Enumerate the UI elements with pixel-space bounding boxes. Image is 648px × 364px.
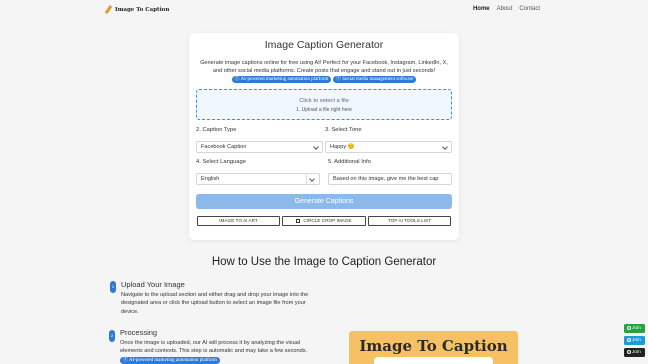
step-2-title: Processing [120, 328, 158, 337]
upload-main-text: Click to select a file [299, 98, 349, 104]
top-ai-tools-list-button[interactable]: TOP AI TOOLS LIST [368, 216, 451, 226]
language-select[interactable]: English [196, 173, 320, 185]
preview-upload-box [374, 357, 493, 364]
facebook-icon [627, 349, 631, 354]
step-2-text-body: Once the image is uploaded, our AI will … [120, 340, 308, 355]
ad-pill-social-label: Social media management software [342, 77, 414, 83]
upload-sub-text: 1. Upload a file right here [296, 107, 352, 113]
step-2-badge: 2 [109, 330, 115, 342]
generator-card: Image Caption Generator Generate image c… [189, 33, 459, 240]
whatsapp-join-button[interactable]: Join [624, 324, 645, 333]
description-text: Generate image captions online for free … [200, 60, 448, 75]
additional-info-label: 5. Additional Info [328, 159, 371, 165]
chevron-down-icon [313, 144, 319, 150]
caption-type-label: 2. Caption Type [196, 127, 237, 133]
telegram-join-label: Join [632, 338, 641, 343]
circle-crop-image-button[interactable]: CIRCLE CROP IMAGE [282, 216, 366, 226]
ad-pill-social[interactable]: Ⓣ Social media management software [332, 76, 417, 84]
ad-pill-marketing-2-label: AI-powered marketing automation platform [128, 357, 217, 363]
chevron-down-icon [442, 144, 448, 150]
nav-contact-link[interactable]: Contact [519, 6, 540, 12]
whatsapp-icon [627, 325, 631, 330]
upload-dropzone[interactable]: Click to select a file 1. Upload a file … [196, 89, 452, 120]
chevron-down-icon [309, 176, 315, 182]
caption-type-value: Facebook Caption [201, 144, 247, 150]
ad-pill-marketing[interactable]: Ⓣ AI-powered marketing automation platfo… [231, 76, 332, 84]
tone-value: Happy 😊 [330, 144, 355, 150]
logo[interactable]: Image To Caption [105, 5, 169, 14]
telegram-icon [627, 337, 631, 342]
step-2-text: Once the image is uploaded, our AI will … [120, 339, 320, 364]
nav-about-link[interactable]: About [497, 6, 513, 12]
tone-label: 3. Select Tone [325, 127, 362, 133]
step-1-badge: 1 [110, 281, 116, 293]
additional-info-input[interactable]: Based on this image, give me the best ca… [328, 173, 452, 185]
language-label: 4. Select Language [196, 159, 246, 165]
howto-heading: How to Use the Image to Caption Generato… [211, 256, 437, 268]
image-to-ai-art-label: IMAGE TO AI ART [219, 218, 258, 223]
crop-icon [296, 218, 301, 223]
tone-select[interactable]: Happy 😊 [325, 141, 452, 153]
language-value: English [201, 176, 220, 182]
logo-text: Image To Caption [115, 6, 170, 13]
caption-type-select[interactable]: Facebook Caption [196, 141, 323, 153]
ad-pill-marketing-2[interactable]: Ⓣ AI-powered marketing automation platfo… [120, 356, 220, 364]
facebook-join-label: Join [632, 350, 641, 355]
generator-title: Image Caption Generator [264, 39, 384, 51]
step-1-text: Navigate to the upload section and eithe… [121, 292, 309, 315]
image-to-ai-art-button[interactable]: IMAGE TO AI ART [197, 216, 280, 226]
language-dropdown-toggle[interactable] [306, 174, 319, 184]
generate-captions-button[interactable]: Generate Captions [196, 194, 452, 209]
pencil-logo-icon [105, 5, 113, 14]
facebook-join-button[interactable]: Join [624, 348, 645, 357]
nav-links: Home About Contact [473, 6, 540, 12]
whatsapp-join-label: Join [632, 326, 641, 331]
circle-crop-image-label: CIRCLE CROP IMAGE [303, 218, 352, 223]
preview-image: Image To Caption [349, 331, 518, 364]
top-ai-tools-list-label: TOP AI TOOLS LIST [387, 218, 432, 223]
additional-info-value: Based on this image, give me the best ca… [333, 176, 439, 182]
generator-description: Generate image captions online for free … [199, 59, 449, 84]
step-1-title: Upload Your Image [121, 280, 185, 289]
nav-home-link[interactable]: Home [473, 6, 490, 12]
preview-title: Image To Caption [359, 337, 508, 355]
telegram-join-button[interactable]: Join [624, 336, 645, 345]
ad-pill-marketing-label: AI-powered marketing automation platform [240, 77, 329, 83]
navbar: Image To Caption Home About Contact [0, 0, 648, 20]
